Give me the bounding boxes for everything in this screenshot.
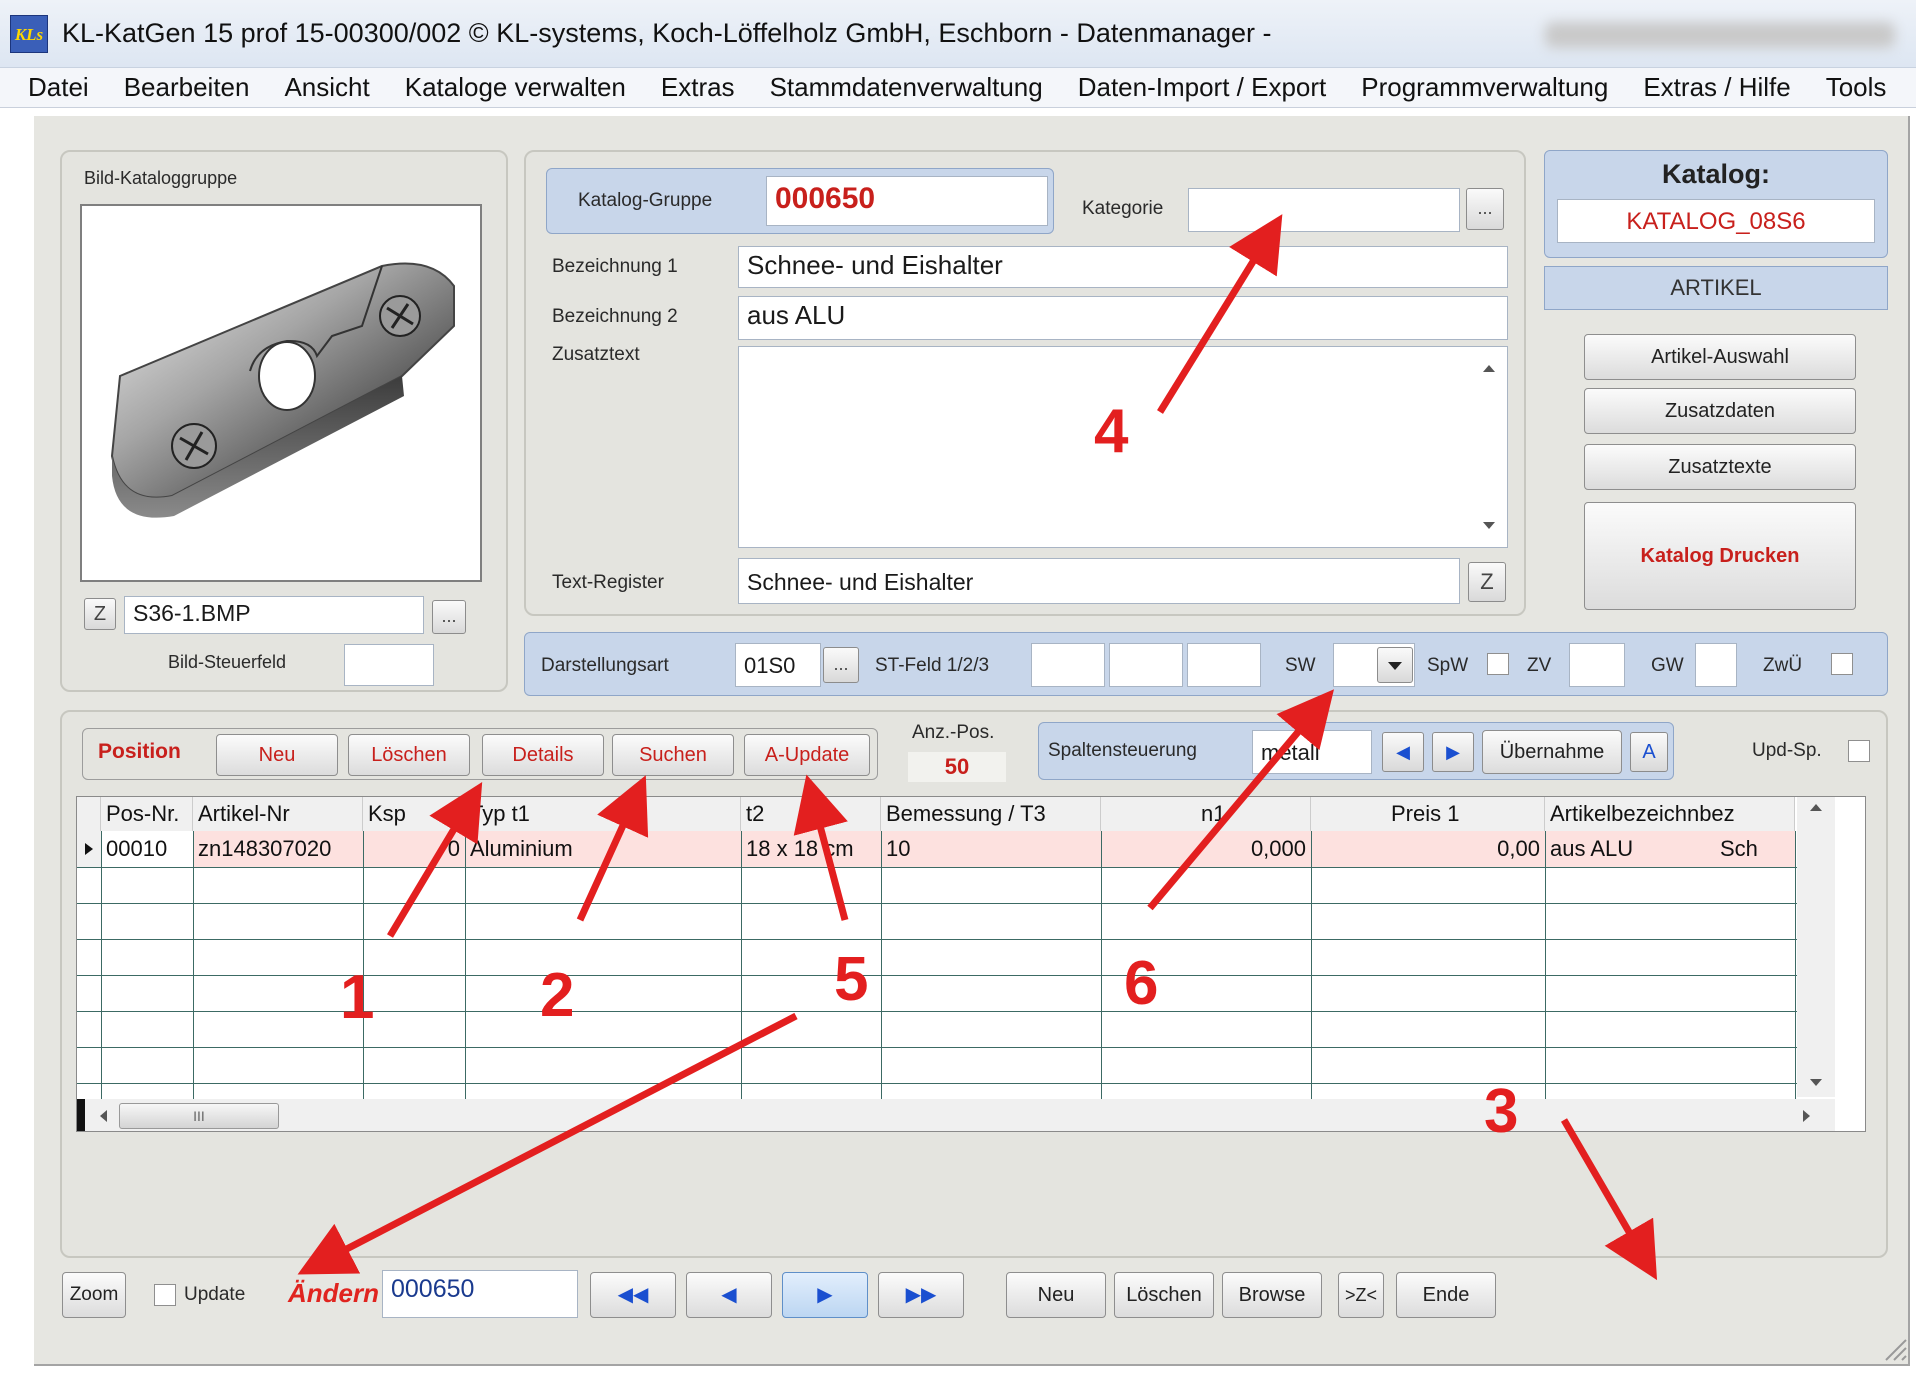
annotation-3: 3 xyxy=(1484,1077,1519,1146)
arrow-1 xyxy=(386,781,483,938)
arrow-6 xyxy=(1147,689,1335,911)
arrow-6-to-update xyxy=(297,1012,798,1275)
annotation-1: 1 xyxy=(340,963,375,1032)
arrow-2 xyxy=(576,775,649,922)
annotation-4: 4 xyxy=(1094,397,1129,466)
arrow-5 xyxy=(793,774,849,921)
annotation-2: 2 xyxy=(540,961,575,1030)
arrow-4 xyxy=(1157,214,1283,414)
annotation-arrows xyxy=(297,214,1658,1281)
annotation-6: 6 xyxy=(1124,949,1159,1018)
arrow-3 xyxy=(1560,1118,1658,1281)
annotation-5: 5 xyxy=(834,945,869,1014)
